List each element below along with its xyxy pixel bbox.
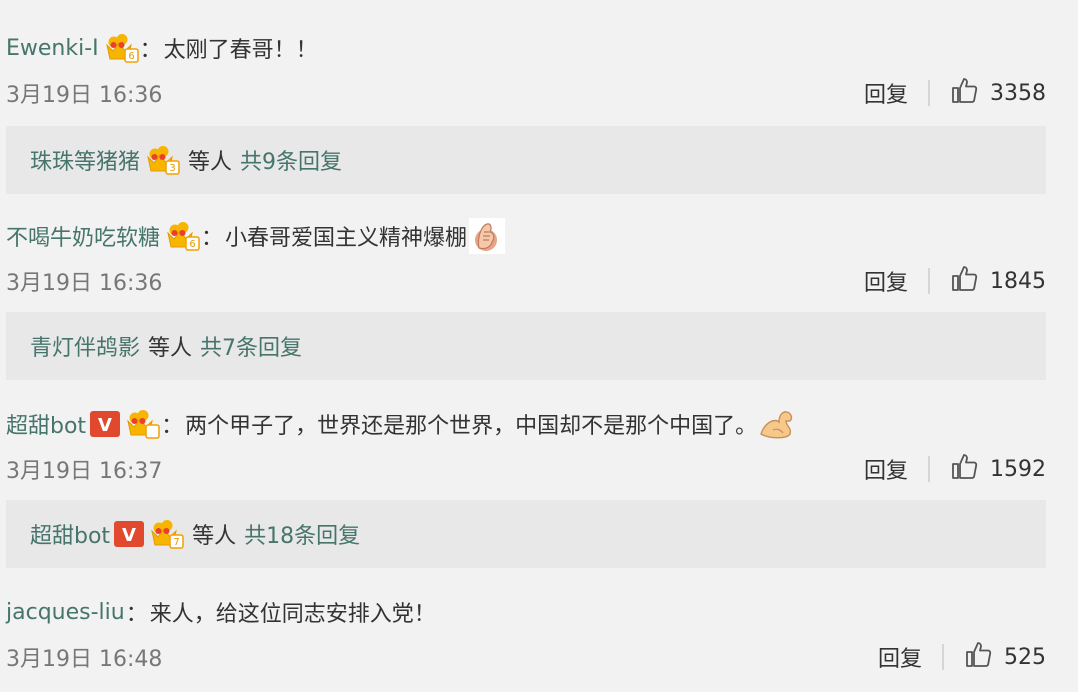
reply-preview-total-link[interactable]: 共18条回复 xyxy=(244,518,360,550)
crown-level-icon: 6 xyxy=(103,33,139,63)
crown-level-icon: 7 xyxy=(148,519,184,549)
reply-preview[interactable]: 青灯伴鸪影 等人 共7条回复 xyxy=(6,312,1046,380)
like-count: 525 xyxy=(1004,644,1046,670)
svg-text:V: V xyxy=(122,525,136,546)
comment-actions: 回复 1592 xyxy=(864,452,1046,486)
reply-preview-total-link[interactable]: 共9条回复 xyxy=(240,144,342,176)
comment-item: jacques-liu ： 来人，给这位同志安排入党！ 3月19日 16:48 … xyxy=(0,588,1078,692)
reply-preview-etc: 等人 xyxy=(188,150,233,175)
comment-line: jacques-liu ： 来人，给这位同志安排入党！ xyxy=(6,588,436,636)
reply-preview-user[interactable]: 超甜bot xyxy=(30,518,110,550)
thumbs-up-icon[interactable] xyxy=(950,76,978,110)
comment-time: 3月19日 16:37 xyxy=(6,459,163,484)
comment-item: Ewenki-I 6 ： 太刚了春哥！！ 3月19日 16:36 回复 3358… xyxy=(0,24,1078,194)
thumbs-up-icon[interactable] xyxy=(964,640,992,674)
svg-text:6: 6 xyxy=(189,239,195,250)
colon: ： xyxy=(201,226,224,251)
reply-preview-etc: 等人 xyxy=(192,524,237,549)
comment-line: 不喝牛奶吃软糖 6 ： 小春哥爱国主义精神爆棚 xyxy=(6,212,506,260)
like-count: 1845 xyxy=(990,268,1046,294)
comment-text: 来人，给这位同志安排入党！ xyxy=(149,602,436,627)
comment-actions: 回复 1845 xyxy=(864,264,1046,298)
comment-meta: 3月19日 16:36 回复 1845 xyxy=(6,258,1046,304)
crown-level-icon: 6 xyxy=(164,221,200,251)
reply-button[interactable]: 回复 xyxy=(864,265,908,297)
comment-actions: 回复 3358 xyxy=(864,76,1046,110)
comment-line: 超甜bot V ： 两个甲子了，世界还是那个世界，中国却不是那个中国了。 xyxy=(6,400,795,448)
divider xyxy=(942,644,944,670)
colon: ： xyxy=(125,602,148,627)
comment-text: 小春哥爱国主义精神爆棚 xyxy=(225,226,468,251)
comment-line: Ewenki-I 6 ： 太刚了春哥！！ xyxy=(6,24,318,72)
reply-preview-user[interactable]: 珠珠等猪猪 xyxy=(30,144,140,176)
reply-preview-total-link[interactable]: 共7条回复 xyxy=(200,330,302,362)
comment-item: 不喝牛奶吃软糖 6 ： 小春哥爱国主义精神爆棚 3月19日 16:36 回复 1… xyxy=(0,212,1078,382)
svg-text:V: V xyxy=(98,415,112,436)
reply-button[interactable]: 回复 xyxy=(864,77,908,109)
crown-level-icon xyxy=(124,409,160,439)
svg-text:6: 6 xyxy=(128,51,134,62)
like-count: 1592 xyxy=(990,456,1046,482)
like-count: 3358 xyxy=(990,80,1046,106)
svg-text:7: 7 xyxy=(173,537,179,548)
comment-username[interactable]: 不喝牛奶吃软糖 xyxy=(6,220,160,252)
colon: ： xyxy=(139,38,162,63)
comment-username[interactable]: Ewenki-I xyxy=(6,36,99,61)
divider xyxy=(928,80,930,106)
comment-text: 太刚了春哥！！ xyxy=(163,38,318,63)
divider xyxy=(928,456,930,482)
facepalm-emoji-icon xyxy=(469,218,506,254)
comment-username[interactable]: jacques-liu xyxy=(6,600,125,625)
colon: ： xyxy=(161,414,184,439)
comment-username[interactable]: 超甜bot xyxy=(6,408,86,440)
comment-meta: 3月19日 16:37 回复 1592 xyxy=(6,446,1046,492)
reply-button[interactable]: 回复 xyxy=(878,641,922,673)
comment-time: 3月19日 16:48 xyxy=(6,647,163,672)
divider xyxy=(928,268,930,294)
reply-preview[interactable]: 珠珠等猪猪 3 等人 共9条回复 xyxy=(6,126,1046,194)
comment-meta: 3月19日 16:48 回复 525 xyxy=(6,634,1046,680)
comment-time: 3月19日 16:36 xyxy=(6,271,163,296)
reply-preview-etc: 等人 xyxy=(148,336,193,361)
comment-text: 两个甲子了，世界还是那个世界，中国却不是那个中国了。 xyxy=(185,414,758,439)
vip-v-icon: V xyxy=(90,411,121,437)
comment-meta: 3月19日 16:36 回复 3358 xyxy=(6,70,1046,116)
comment-actions: 回复 525 xyxy=(878,640,1046,674)
reply-button[interactable]: 回复 xyxy=(864,453,908,485)
thumbs-up-icon[interactable] xyxy=(950,264,978,298)
flexed-bicep-emoji-icon xyxy=(759,408,795,440)
reply-preview[interactable]: 超甜bot V 7 等人 共18条回复 xyxy=(6,500,1046,568)
thumbs-up-icon[interactable] xyxy=(950,452,978,486)
comment-item: 超甜bot V ： 两个甲子了，世界还是那个世界，中国却不是那个中国了。 3月1… xyxy=(0,400,1078,570)
comment-time: 3月19日 16:36 xyxy=(6,83,163,108)
reply-preview-user[interactable]: 青灯伴鸪影 xyxy=(30,330,140,362)
svg-text:3: 3 xyxy=(169,163,175,174)
vip-v-icon: V xyxy=(114,521,145,547)
crown-level-icon: 3 xyxy=(144,145,180,175)
